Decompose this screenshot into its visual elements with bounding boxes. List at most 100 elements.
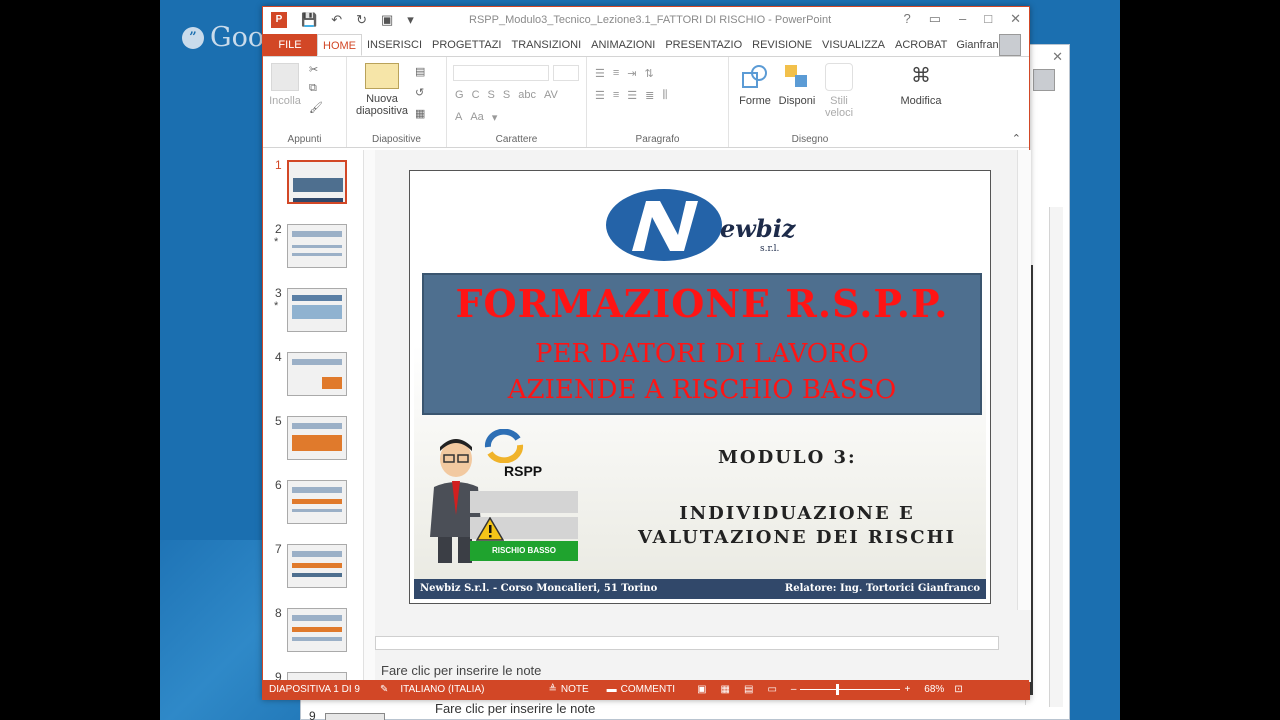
underline-button[interactable]: S (488, 89, 495, 101)
undo-icon[interactable]: ↶ (331, 12, 342, 28)
tab-view[interactable]: VISUALIZZA (817, 34, 890, 56)
notes-button[interactable]: NOTE (561, 684, 589, 695)
vertical-scrollbar[interactable] (1017, 150, 1031, 610)
tab-review[interactable]: REVISIONE (747, 34, 817, 56)
strikethrough-button[interactable]: abc (518, 89, 536, 101)
notes-placeholder[interactable]: Fare clic per inserire le note (435, 701, 595, 716)
tab-home[interactable]: HOME (317, 34, 362, 56)
tab-insert[interactable]: INSERISCI (362, 34, 427, 56)
bullets-icon[interactable]: ☰ (595, 67, 605, 80)
slideshow-view-icon[interactable]: ▭ (767, 684, 776, 695)
align-left-icon[interactable]: ☰ (595, 89, 605, 102)
copy-icon[interactable]: ⧉ (309, 82, 323, 95)
window-title: RSPP_Modulo3_Tecnico_Lezione3.1_FATTORI … (469, 14, 832, 26)
close-icon[interactable]: ✕ (1010, 11, 1021, 27)
slide-thumb-4[interactable]: 4 (263, 350, 363, 410)
reading-view-icon[interactable]: ▤ (744, 684, 753, 695)
horizontal-scrollbar[interactable] (375, 636, 999, 650)
slide-thumbnail[interactable] (325, 713, 385, 720)
redo-icon[interactable]: ↻ (356, 12, 367, 28)
slide-thumb-2[interactable]: 2 * (263, 222, 363, 282)
italic-button[interactable]: C (472, 89, 480, 101)
notes-placeholder[interactable]: Fare clic per inserire le note (381, 663, 541, 678)
ribbon: Incolla ✂ ⧉ 🖌 Appunti Nuova diapositiva … (263, 56, 1029, 148)
clear-format-icon[interactable]: ▾ (492, 111, 498, 124)
slide-thumb-7[interactable]: 7 (263, 542, 363, 602)
tab-file[interactable]: FILE (263, 34, 317, 56)
tab-transitions[interactable]: TRANSIZIONI (506, 34, 586, 56)
shadow-button[interactable]: S (503, 89, 510, 101)
columns-icon[interactable]: ⫼ (662, 89, 667, 102)
zoom-slider-thumb[interactable] (836, 684, 840, 695)
font-color-icon[interactable]: Aa (470, 111, 483, 124)
zoom-slider[interactable] (800, 684, 901, 695)
new-slide-button[interactable]: Nuova diapositiva (351, 63, 413, 117)
group-font: G C S S abc AV A Aa ▾ Carattere (447, 57, 587, 147)
collapse-ribbon-icon[interactable]: ⌃ (1012, 132, 1021, 145)
title-banner: FORMAZIONE R.S.P.P. PER DATORI DI LAVORO… (422, 273, 982, 415)
section-icon[interactable]: ▦ (415, 107, 425, 120)
scrollbar[interactable] (1049, 207, 1063, 707)
text-direction-icon[interactable]: ⇅ (645, 67, 654, 80)
start-slideshow-icon[interactable]: ▣ (381, 12, 393, 28)
indent-icon[interactable]: ⇥ (627, 67, 636, 80)
help-icon[interactable]: ? (903, 11, 910, 27)
reset-icon[interactable]: ↺ (415, 86, 425, 99)
thumbnails-scrollbar[interactable] (363, 150, 375, 682)
customize-toolbar-icon[interactable]: ▾ (407, 12, 414, 28)
notes-icon[interactable]: ≜ (548, 684, 556, 695)
zoom-in-icon[interactable]: + (904, 684, 910, 695)
save-icon[interactable]: 💾 (301, 12, 317, 28)
tab-animations[interactable]: ANIMAZIONI (586, 34, 660, 56)
tab-design[interactable]: PROGETTAZI (427, 34, 506, 56)
proofing-icon[interactable]: ✎ (380, 684, 388, 695)
ribbon-display-icon[interactable]: ▭ (929, 11, 941, 27)
edit-button[interactable]: ⌘ Modifica (893, 63, 949, 107)
tab-acrobat[interactable]: ACROBAT (890, 34, 952, 56)
highlight-icon[interactable]: A (455, 111, 462, 124)
slide-thumb-5[interactable]: 5 (263, 414, 363, 474)
quick-styles-button[interactable]: Stili veloci (821, 63, 857, 119)
avatar[interactable] (1033, 69, 1055, 91)
zoom-level[interactable]: 68% (924, 684, 944, 695)
maximize-icon[interactable]: □ (984, 11, 992, 27)
font-name-box[interactable] (453, 65, 549, 81)
align-center-icon[interactable]: ≡ (613, 89, 619, 102)
bold-button[interactable]: G (455, 89, 464, 101)
language-indicator[interactable]: ITALIANO (ITALIA) (400, 684, 484, 695)
rspp-label: RSPP (504, 463, 543, 479)
current-slide[interactable]: ewbiz s.r.l. FORMAZIONE R.S.P.P. PER DAT… (409, 170, 991, 604)
slide-number: 9 (309, 709, 316, 720)
format-painter-icon[interactable]: 🖌 (309, 101, 323, 114)
arrange-button[interactable]: Disponi (777, 63, 817, 107)
avatar[interactable] (999, 34, 1021, 56)
minimize-icon[interactable]: – (959, 11, 966, 27)
slide-thumb-8[interactable]: 8 (263, 606, 363, 666)
logo-text: ewbiz (720, 214, 797, 243)
spacing-button[interactable]: AV (544, 89, 558, 101)
slide-thumb-3[interactable]: 3 * (263, 286, 363, 346)
close-icon[interactable]: ✕ (1052, 49, 1063, 65)
font-size-box[interactable] (553, 65, 579, 81)
slide-thumbnail (287, 288, 347, 332)
fit-to-window-icon[interactable]: ⊡ (954, 684, 962, 695)
slide-sorter-icon[interactable]: ▦ (721, 684, 730, 695)
justify-icon[interactable]: ≣ (645, 89, 654, 102)
slide-thumb-1[interactable]: 1 (263, 158, 363, 218)
cut-icon[interactable]: ✂ (309, 63, 323, 76)
recycle-arrows-icon (484, 429, 524, 463)
shapes-button[interactable]: Forme (737, 63, 773, 107)
list-buttons: ☰ ≡ ⇥ ⇅ (595, 67, 654, 80)
zoom-out-icon[interactable]: – (791, 684, 797, 695)
tab-slideshow[interactable]: PRESENTAZIO (660, 34, 747, 56)
paste-button[interactable]: Incolla (267, 63, 303, 107)
comments-button[interactable]: COMMENTI (621, 684, 675, 695)
layout-icon[interactable]: ▤ (415, 65, 425, 78)
align-right-icon[interactable]: ☰ (627, 89, 637, 102)
comments-icon[interactable]: ▬ (607, 684, 617, 695)
normal-view-icon[interactable]: ▣ (697, 684, 706, 695)
numbering-icon[interactable]: ≡ (613, 67, 619, 80)
slide-thumbnail (287, 480, 347, 524)
slide-thumb-6[interactable]: 6 (263, 478, 363, 538)
font-color-buttons: A Aa ▾ (455, 111, 497, 124)
